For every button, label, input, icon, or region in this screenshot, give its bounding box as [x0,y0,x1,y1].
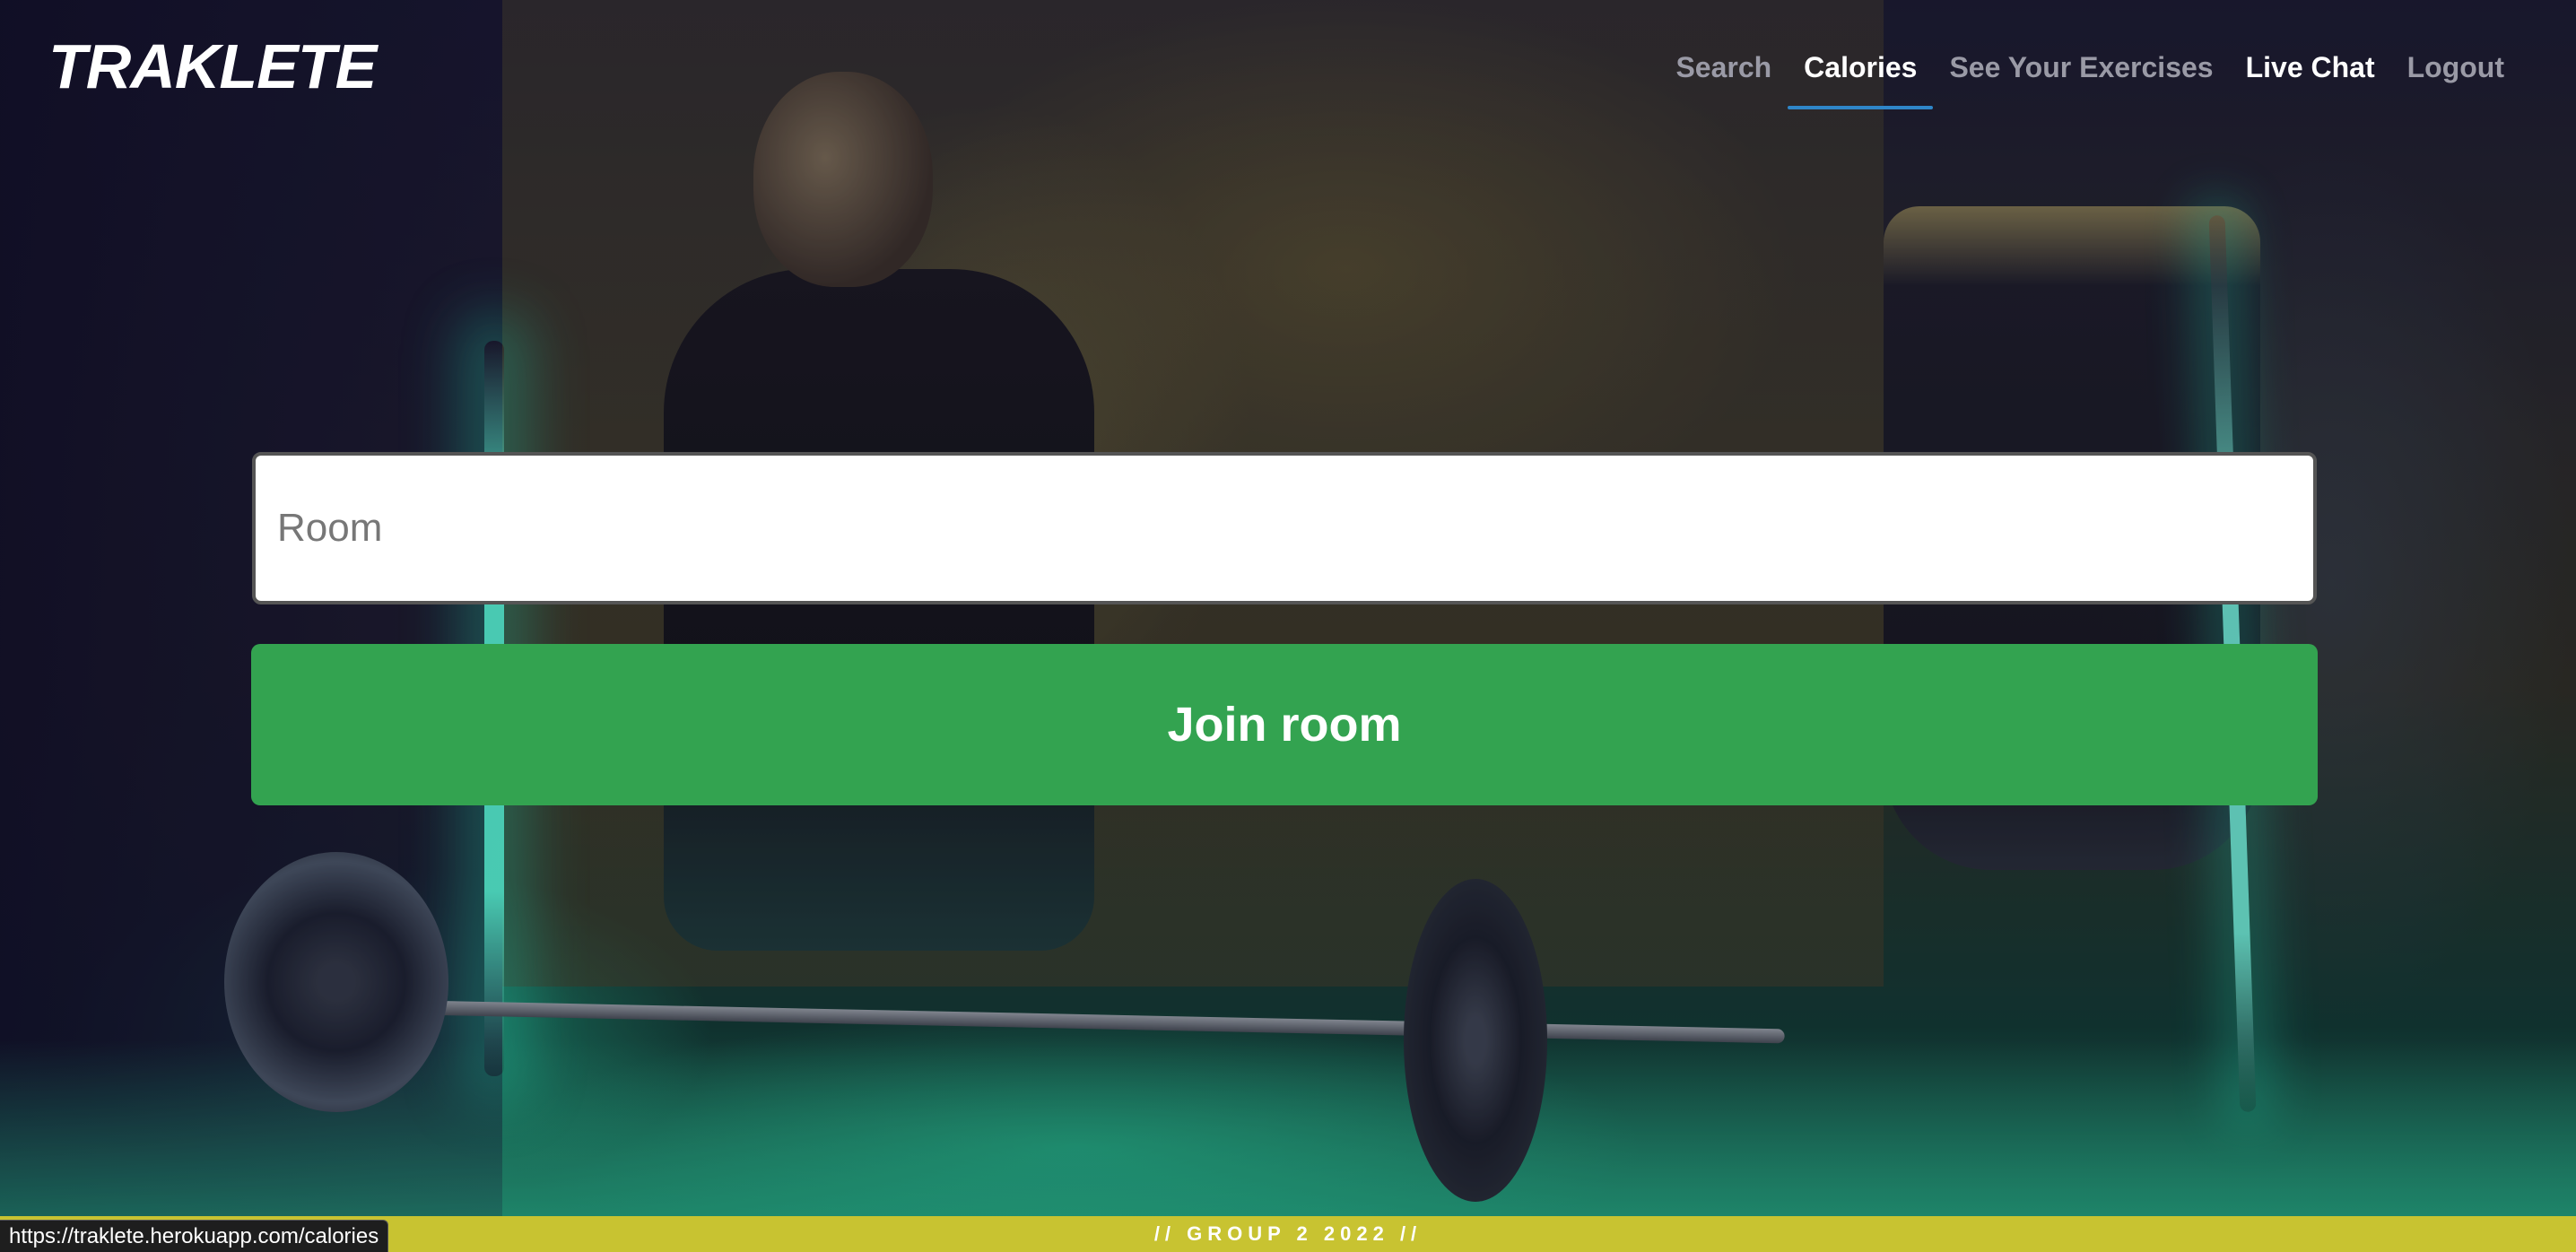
nav-link-calories[interactable]: Calories [1788,45,1934,109]
nav-link-live-chat[interactable]: Live Chat [2244,45,2377,97]
navbar: TRAKLETE Search Calories See Your Exerci… [0,0,2576,135]
browser-status-url: https://traklete.herokuapp.com/calories [0,1220,389,1252]
room-input[interactable] [252,452,2317,604]
background-overlay [0,0,2576,1252]
nav-links: Search Calories See Your Exercises Live … [1674,45,2506,109]
join-room-button[interactable]: Join room [251,644,2318,805]
footer-text: // GROUP 2 2022 // [1153,1222,1423,1245]
nav-link-see-your-exercises[interactable]: See Your Exercises [1947,45,2215,97]
nav-link-logout[interactable]: Logout [2406,45,2506,97]
page: TRAKLETE Search Calories See Your Exerci… [0,0,2576,1252]
brand-logo[interactable]: TRAKLETE [48,30,377,102]
hero-background-image [0,0,2576,1252]
nav-link-search[interactable]: Search [1674,45,1773,97]
